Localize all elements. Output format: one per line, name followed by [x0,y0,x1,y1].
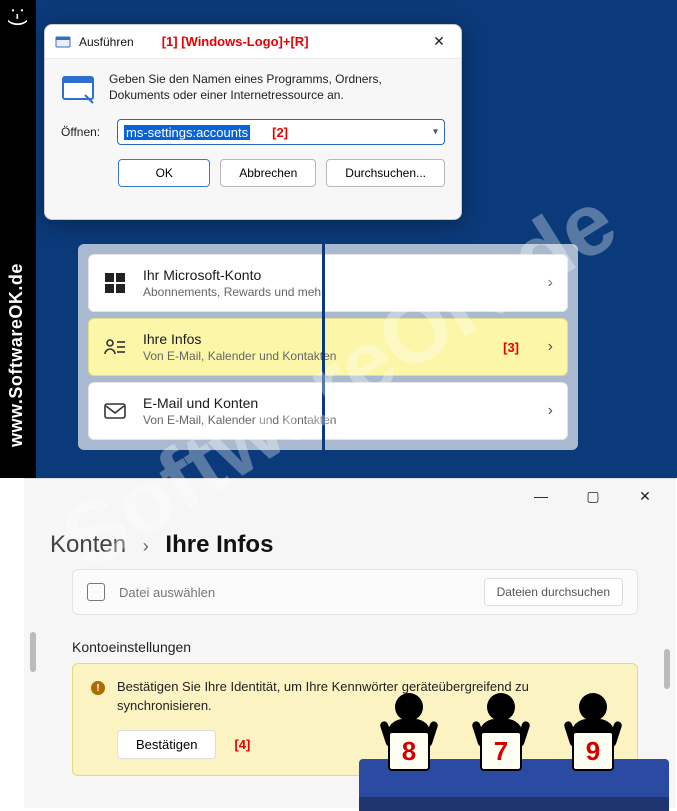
cancel-button[interactable]: Abbrechen [220,159,316,187]
chevron-down-icon[interactable]: ▾ [433,127,438,138]
ok-button[interactable]: OK [118,159,210,187]
annotation-3: [3] [503,340,519,355]
settings-divider [322,244,325,468]
run-dialog: Ausführen [1] [Windows-Logo]+[R] ✕ Geben… [44,24,462,220]
left-banner: :-) www.SoftwareOK.de [0,0,36,478]
microsoft-icon [103,271,127,295]
row-sub: Von E-Mail, Kalender und Kontakten [143,349,532,363]
score-card-3: 9 [572,731,614,771]
breadcrumb-sep: › [143,536,149,556]
settings-row-ms-account[interactable]: Ihr Microsoft-Konto Abonnements, Rewards… [88,254,568,312]
smile-text: :-) [7,0,29,35]
score-card-2: 7 [480,731,522,771]
settings-row-email-accounts[interactable]: E-Mail und Konten Von E-Mail, Kalender u… [88,382,568,440]
run-app-icon [55,34,71,50]
person-card-icon [103,335,127,359]
file-icon [87,583,105,601]
scrollbar-thumb[interactable] [664,649,670,689]
open-combobox[interactable]: ms-settings:accounts [2] ▾ [117,119,445,145]
annotation-4: [4] [234,737,250,752]
file-select-label: Datei auswählen [119,585,215,600]
scrollbar-thumb[interactable] [30,632,36,672]
breadcrumb: Konten › Ihre Infos [24,513,676,569]
settings-row-your-info[interactable]: Ihre Infos Von E-Mail, Kalender und Kont… [88,318,568,376]
chevron-right-icon: › [548,402,553,420]
file-select-row: Datei auswählen Dateien durchsuchen [72,569,638,615]
window-titlebar: — ▢ ✕ [24,479,676,513]
banner-url: www.SoftwareOK.de [6,263,27,447]
annotation-1: [1] [Windows-Logo]+[R] [162,34,309,49]
close-icon[interactable]: ✕ [427,30,451,54]
section-account-settings: Kontoeinstellungen [24,633,676,663]
run-description: Geben Sie den Namen eines Programms, Ord… [109,71,445,103]
open-value: ms-settings:accounts [124,125,250,140]
score-card-1: 8 [388,731,430,771]
confirm-button[interactable]: Bestätigen [117,730,216,759]
close-icon[interactable]: ✕ [628,482,662,510]
row-sub: Abonnements, Rewards und mehr [143,285,532,299]
row-sub: Von E-Mail, Kalender und Kontakten [143,413,532,427]
maximize-icon[interactable]: ▢ [576,482,610,510]
breadcrumb-your-info: Ihre Infos [165,531,273,558]
settings-list: Ihr Microsoft-Konto Abonnements, Rewards… [78,244,578,450]
row-title: E-Mail und Konten [143,395,532,411]
judges-cartoon: 8 7 9 [359,691,669,811]
annotation-2: [2] [272,125,288,140]
browse-files-button[interactable]: Dateien durchsuchen [484,578,623,606]
open-label: Öffnen: [61,125,107,139]
row-title: Ihr Microsoft-Konto [143,267,532,283]
mail-icon [103,399,127,423]
minimize-icon[interactable]: — [524,482,558,510]
breadcrumb-accounts[interactable]: Konten [50,531,126,558]
run-titlebar: Ausführen [1] [Windows-Logo]+[R] ✕ [45,25,461,59]
run-title: Ausführen [79,35,134,49]
browse-button[interactable]: Durchsuchen... [326,159,445,187]
chevron-right-icon: › [548,338,553,356]
run-large-icon [61,71,95,105]
chevron-right-icon: › [548,274,553,292]
row-title: Ihre Infos [143,331,532,347]
warning-icon: ! [91,681,105,695]
